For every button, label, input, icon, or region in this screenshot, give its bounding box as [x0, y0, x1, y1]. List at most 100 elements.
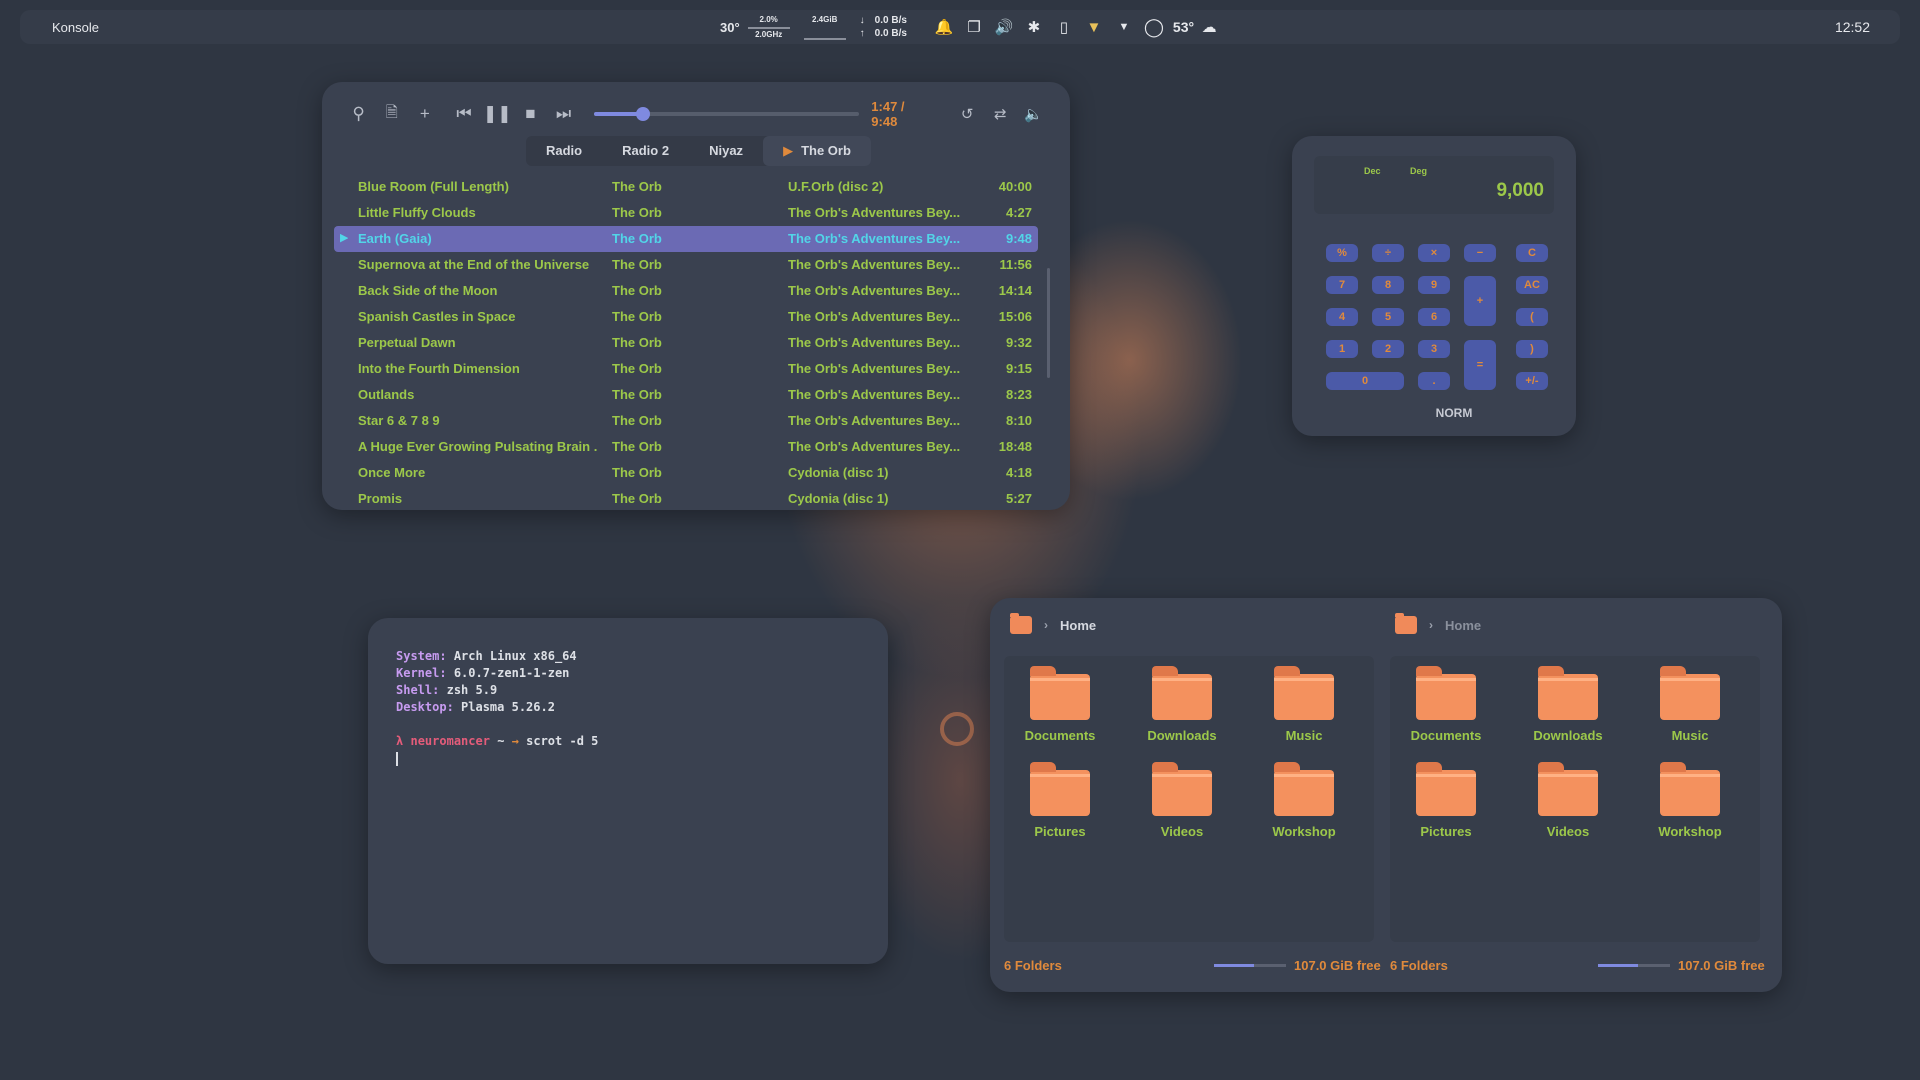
phone-icon[interactable]: ▯ [1049, 18, 1079, 36]
track-row[interactable]: Outlands The Orb The Orb's Adventures Bey.… [334, 382, 1038, 408]
track-album: Cydonia (disc 1) [788, 465, 889, 480]
three-key[interactable]: 3 [1418, 340, 1450, 358]
text-cursor [396, 752, 398, 766]
folder-item[interactable]: Music [1640, 666, 1740, 743]
multiply-key[interactable]: × [1418, 244, 1450, 262]
playlist-tabs: Radio Radio 2 Niyaz ▶ The Orb [526, 136, 871, 166]
tab-the-orb[interactable]: ▶ The Orb [763, 136, 871, 166]
track-row[interactable]: Perpetual Dawn The Orb The Orb's Adventure… [334, 330, 1038, 356]
track-row[interactable]: Back Side of the Moon The Orb The Orb's Ad… [334, 278, 1038, 304]
network-monitor[interactable]: ↓ 0.0 B/s ↑ 0.0 B/s [860, 14, 907, 40]
folder-icon [1660, 666, 1720, 720]
breadcrumb-home[interactable]: Home [1445, 618, 1481, 633]
six-key[interactable]: 6 [1418, 308, 1450, 326]
equals-key[interactable]: = [1464, 340, 1496, 390]
active-app-title[interactable]: Konsole [52, 20, 99, 35]
zero-key[interactable]: 0 [1326, 372, 1404, 390]
close-paren-key[interactable]: ) [1516, 340, 1548, 358]
clear-key[interactable]: C [1516, 244, 1548, 262]
folder-item[interactable]: Documents [1396, 666, 1496, 743]
mode-dec[interactable]: Dec [1364, 166, 1381, 176]
folder-item[interactable]: Documents [1010, 666, 1110, 743]
wifi-icon[interactable]: ▼ [1079, 19, 1109, 36]
weather-temperature[interactable]: 53° [1173, 19, 1194, 35]
terminal-window[interactable]: System: Arch Linux x86_64 Kernel: 6.0.7-… [368, 618, 888, 964]
divide-key[interactable]: ÷ [1372, 244, 1404, 262]
track-row[interactable]: A Huge Ever Growing Pulsating Brain ... T… [334, 434, 1038, 460]
folder-item[interactable]: Music [1254, 666, 1354, 743]
bluetooth-icon[interactable]: ✱ [1019, 18, 1049, 36]
tab-radio[interactable]: Radio [526, 136, 602, 166]
folder-item[interactable]: Pictures [1010, 762, 1110, 839]
cpu-temperature[interactable]: 30° [720, 20, 740, 35]
previous-track-icon[interactable]: ⏮ [447, 104, 480, 124]
calculator-result: 9,000 [1496, 180, 1544, 201]
volume-icon[interactable]: 🔊 [989, 18, 1019, 36]
cpu-monitor[interactable]: 2.0% 2.0GHz [747, 14, 790, 40]
search-icon[interactable]: ⚲ [342, 104, 375, 124]
clock[interactable]: 12:52 [1835, 19, 1870, 35]
open-paren-key[interactable]: ( [1516, 308, 1548, 326]
playlist-scrollbar[interactable] [1047, 268, 1050, 378]
track-row[interactable]: Promis The Orb Cydonia (disc 1) 5:27 [334, 486, 1038, 510]
bell-icon[interactable]: 🔔 [929, 18, 959, 36]
track-row[interactable]: Spanish Castles in Space The Orb The Orb's… [334, 304, 1038, 330]
folder-item[interactable]: Videos [1518, 762, 1618, 839]
eight-key[interactable]: 8 [1372, 276, 1404, 294]
memory-bar [803, 38, 846, 40]
minus-key[interactable]: − [1464, 244, 1496, 262]
prompt-host: neuromancer [410, 734, 490, 748]
memory-monitor[interactable]: 2.4GiB [803, 14, 846, 40]
seven-key[interactable]: 7 [1326, 276, 1358, 294]
clipboard-icon[interactable]: ❐ [959, 18, 989, 36]
seek-slider[interactable] [594, 107, 860, 121]
home-folder-icon[interactable] [1010, 613, 1032, 634]
track-row[interactable]: Blue Room (Full Length) The Orb U.F.Orb (d… [334, 174, 1038, 200]
track-row[interactable]: Little Fluffy Clouds The Orb The Orb's Adv… [334, 200, 1038, 226]
track-row[interactable]: Into the Fourth Dimension The Orb The Orb'… [334, 356, 1038, 382]
folder-item[interactable]: Videos [1132, 762, 1232, 839]
open-file-icon[interactable]: 🗎 [375, 102, 408, 127]
add-icon[interactable]: + [408, 104, 441, 124]
tray-expand-icon[interactable]: ▼ [1109, 21, 1139, 33]
shuffle-icon[interactable]: ⇄ [984, 105, 1017, 123]
folder-item[interactable]: Downloads [1518, 666, 1618, 743]
disk-usage-bar [1598, 964, 1670, 967]
track-row-current[interactable]: ▶ Earth (Gaia) The Orb The Orb's Adventures… [334, 226, 1038, 252]
all-clear-key[interactable]: AC [1516, 276, 1548, 294]
decimal-key[interactable]: . [1418, 372, 1450, 390]
stop-icon[interactable]: ■ [514, 104, 547, 124]
track-artist: The Orb [612, 439, 662, 454]
percent-key[interactable]: % [1326, 244, 1358, 262]
home-folder-icon[interactable] [1395, 613, 1417, 634]
track-row[interactable]: Supernova at the End of the Universe The … [334, 252, 1038, 278]
breadcrumb-home[interactable]: Home [1060, 618, 1096, 633]
nine-key[interactable]: 9 [1418, 276, 1450, 294]
folder-item[interactable]: Pictures [1396, 762, 1496, 839]
next-track-icon[interactable]: ⏭ [547, 104, 580, 124]
track-artist: The Orb [612, 465, 662, 480]
pause-icon[interactable]: ❚❚ [481, 104, 514, 124]
tab-radio-2[interactable]: Radio 2 [602, 136, 689, 166]
plus-key[interactable]: + [1464, 276, 1496, 326]
five-key[interactable]: 5 [1372, 308, 1404, 326]
tab-niyaz[interactable]: Niyaz [689, 136, 763, 166]
two-key[interactable]: 2 [1372, 340, 1404, 358]
volume-icon[interactable]: 🔈 [1017, 105, 1050, 123]
negate-key[interactable]: +/- [1516, 372, 1548, 390]
four-key[interactable]: 4 [1326, 308, 1358, 326]
circle-icon[interactable]: ◯ [1139, 17, 1169, 38]
folder-item[interactable]: Workshop [1254, 762, 1354, 839]
folder-icon [1660, 762, 1720, 816]
folder-label: Workshop [1658, 824, 1722, 839]
one-key[interactable]: 1 [1326, 340, 1358, 358]
folder-item[interactable]: Workshop [1640, 762, 1740, 839]
folder-item[interactable]: Downloads [1132, 666, 1232, 743]
seek-handle[interactable] [636, 107, 651, 121]
track-row[interactable]: Once More The Orb Cydonia (disc 1) 4:18 [334, 460, 1038, 486]
top-panel: Konsole 30° 2.0% 2.0GHz 2.4GiB ↓ 0.0 B/s … [20, 10, 1900, 44]
track-row[interactable]: Star 6 & 7 8 9 The Orb The Orb's Adventure… [334, 408, 1038, 434]
repeat-icon[interactable]: ↺ [951, 105, 984, 123]
cloud-icon[interactable]: ☁ [1194, 18, 1224, 36]
mode-deg[interactable]: Deg [1410, 166, 1427, 176]
